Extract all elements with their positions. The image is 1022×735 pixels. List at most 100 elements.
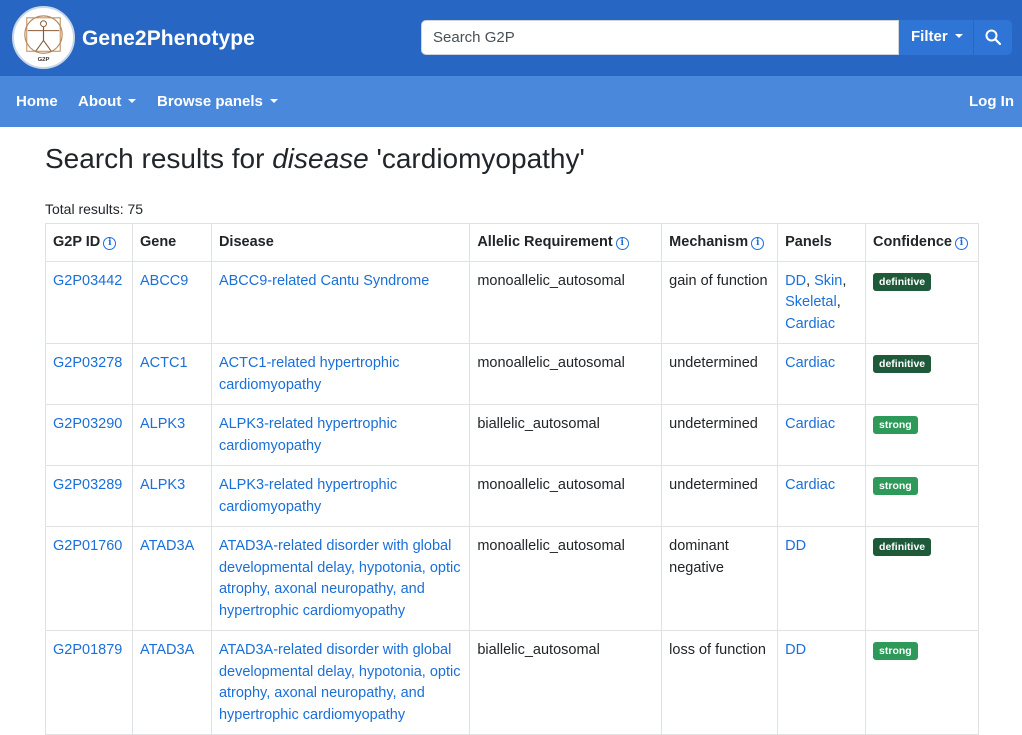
col-disease: Disease bbox=[210, 223, 471, 262]
cell-gene: ALPK3 bbox=[131, 465, 212, 527]
vitruvian-logo-icon: G2P bbox=[24, 15, 63, 63]
nav-about[interactable]: About bbox=[78, 93, 137, 110]
col-g2p-id-label: G2P ID bbox=[53, 234, 101, 250]
nav-login[interactable]: Log In bbox=[969, 93, 1014, 110]
table-row: G2P03290 ALPK3 ALPK3-related hypertrophic … bbox=[45, 404, 979, 466]
cell-panels: Cardiac bbox=[777, 343, 867, 405]
brand-name[interactable]: Gene2Phenotype bbox=[82, 27, 255, 51]
title-prefix: Search results for bbox=[45, 143, 273, 174]
cell-allelic-requirement: biallelic_autosomal bbox=[469, 404, 663, 466]
cell-gene: ATAD3A bbox=[131, 526, 212, 631]
g2p-id-link[interactable]: G2P03278 bbox=[53, 355, 122, 371]
col-g2p-id: G2P ID i bbox=[45, 223, 133, 262]
panel-link[interactable]: DD bbox=[785, 642, 806, 658]
disease-link[interactable]: ALPK3-related hypertrophic cardiomyopath… bbox=[219, 416, 397, 454]
nav-home[interactable]: Home bbox=[16, 93, 58, 110]
g2p-id-link[interactable]: G2P01879 bbox=[53, 642, 122, 658]
col-allelic-requirement: Allelic Requirement i bbox=[469, 223, 663, 262]
cell-mechanism: gain of function bbox=[661, 260, 779, 344]
disease-link[interactable]: ALPK3-related hypertrophic cardiomyopath… bbox=[219, 477, 397, 515]
info-icon[interactable]: i bbox=[751, 237, 765, 250]
cell-g2p-id: G2P01760 bbox=[45, 526, 133, 631]
panel-link[interactable]: Cardiac bbox=[785, 477, 835, 493]
info-icon[interactable]: i bbox=[954, 237, 968, 250]
main-nav: Home About Browse panels Log In bbox=[0, 76, 1022, 127]
confidence-badge: strong bbox=[873, 477, 918, 495]
confidence-badge: strong bbox=[873, 416, 918, 434]
info-icon[interactable]: i bbox=[103, 237, 117, 250]
total-results: Total results: 75 bbox=[45, 201, 144, 217]
table-row: G2P03442 ABCC9 ABCC9-related Cantu Syndrom… bbox=[45, 260, 979, 344]
cell-panels: DD, Skin, Skeletal, Cardiac bbox=[777, 260, 867, 344]
cell-mechanism: dominant negative bbox=[661, 526, 779, 631]
panel-link[interactable]: Skeletal bbox=[785, 294, 837, 310]
chevron-down-icon bbox=[128, 99, 137, 103]
gene-link[interactable]: ALPK3 bbox=[140, 416, 185, 432]
cell-confidence: strong bbox=[865, 404, 979, 466]
title-em: disease bbox=[272, 143, 369, 174]
filter-dropdown-button[interactable]: Filter bbox=[899, 20, 973, 55]
panel-link[interactable]: Cardiac bbox=[785, 355, 835, 371]
cell-disease: ACTC1-related hypertrophic cardiomyopath… bbox=[210, 343, 471, 405]
g2p-id-link[interactable]: G2P01760 bbox=[53, 538, 122, 554]
table-row: G2P03278 ACTC1 ACTC1-related hypertrophic … bbox=[45, 343, 979, 405]
gene-link[interactable]: ATAD3A bbox=[140, 642, 194, 658]
confidence-badge: definitive bbox=[873, 272, 932, 291]
col-allelic-label: Allelic Requirement bbox=[477, 234, 613, 250]
nav-about-label: About bbox=[78, 93, 122, 110]
cell-mechanism: undetermined bbox=[661, 465, 779, 527]
chevron-down-icon bbox=[269, 99, 278, 103]
disease-link[interactable]: ACTC1-related hypertrophic cardiomyopath… bbox=[219, 355, 400, 393]
top-header: G2P Gene2Phenotype Filter bbox=[0, 0, 1022, 76]
panel-link[interactable]: Cardiac bbox=[785, 416, 835, 432]
cell-panels: Cardiac bbox=[777, 465, 867, 527]
confidence-badge: definitive bbox=[873, 538, 932, 556]
gene-link[interactable]: ACTC1 bbox=[140, 355, 188, 371]
search-input[interactable] bbox=[421, 20, 899, 55]
g2p-id-link[interactable]: G2P03290 bbox=[53, 416, 122, 432]
col-panels: Panels bbox=[777, 223, 867, 262]
filter-label: Filter bbox=[911, 28, 948, 45]
gene-link[interactable]: ALPK3 bbox=[140, 477, 185, 493]
cell-panels: Cardiac bbox=[777, 404, 867, 466]
gene-link[interactable]: ABCC9 bbox=[140, 273, 188, 289]
cell-allelic-requirement: monoallelic_autosomal bbox=[469, 465, 663, 527]
table-row: G2P01760 ATAD3A ATAD3A-related disorder wi… bbox=[45, 526, 979, 631]
cell-gene: ABCC9 bbox=[131, 260, 212, 344]
disease-link[interactable]: ATAD3A-related disorder with global deve… bbox=[219, 538, 461, 619]
table-header-row: G2P ID i Gene Disease Allelic Requirement… bbox=[45, 223, 979, 262]
cell-confidence: strong bbox=[865, 465, 979, 527]
results-table: G2P ID i Gene Disease Allelic Requirement… bbox=[45, 223, 979, 735]
cell-allelic-requirement: monoallelic_autosomal bbox=[469, 260, 663, 344]
g2p-id-link[interactable]: G2P03289 bbox=[53, 477, 122, 493]
chevron-down-icon bbox=[954, 34, 963, 38]
cell-panels: DD bbox=[777, 526, 867, 631]
cell-confidence: definitive bbox=[865, 343, 979, 405]
disease-link[interactable]: ATAD3A-related disorder with global deve… bbox=[219, 642, 461, 723]
col-gene: Gene bbox=[131, 223, 212, 262]
cell-confidence: definitive bbox=[865, 526, 979, 631]
gene-link[interactable]: ATAD3A bbox=[140, 538, 194, 554]
cell-gene: ACTC1 bbox=[131, 343, 212, 405]
confidence-badge: strong bbox=[873, 642, 918, 660]
panel-link[interactable]: DD bbox=[785, 538, 806, 554]
nav-browse-label: Browse panels bbox=[157, 93, 263, 110]
g2p-id-link[interactable]: G2P03442 bbox=[53, 273, 122, 289]
search-button[interactable] bbox=[974, 20, 1012, 55]
panel-link[interactable]: Cardiac bbox=[785, 316, 835, 332]
confidence-badge: definitive bbox=[873, 355, 932, 373]
search-icon bbox=[985, 29, 1001, 45]
col-mechanism-label: Mechanism bbox=[669, 234, 749, 250]
panel-link[interactable]: DD bbox=[785, 273, 806, 289]
cell-disease: ALPK3-related hypertrophic cardiomyopath… bbox=[210, 465, 471, 527]
info-icon[interactable]: i bbox=[615, 237, 629, 250]
nav-browse-panels[interactable]: Browse panels bbox=[157, 93, 278, 110]
cell-allelic-requirement: monoallelic_autosomal bbox=[469, 526, 663, 631]
panel-link[interactable]: Skin bbox=[814, 273, 842, 289]
cell-disease: ABCC9-related Cantu Syndrome bbox=[210, 260, 471, 344]
g2p-logo[interactable]: G2P bbox=[12, 6, 75, 69]
cell-allelic-requirement: monoallelic_autosomal bbox=[469, 343, 663, 405]
col-mechanism: Mechanism i bbox=[661, 223, 779, 262]
disease-link[interactable]: ABCC9-related Cantu Syndrome bbox=[219, 273, 429, 289]
cell-mechanism: undetermined bbox=[661, 343, 779, 405]
